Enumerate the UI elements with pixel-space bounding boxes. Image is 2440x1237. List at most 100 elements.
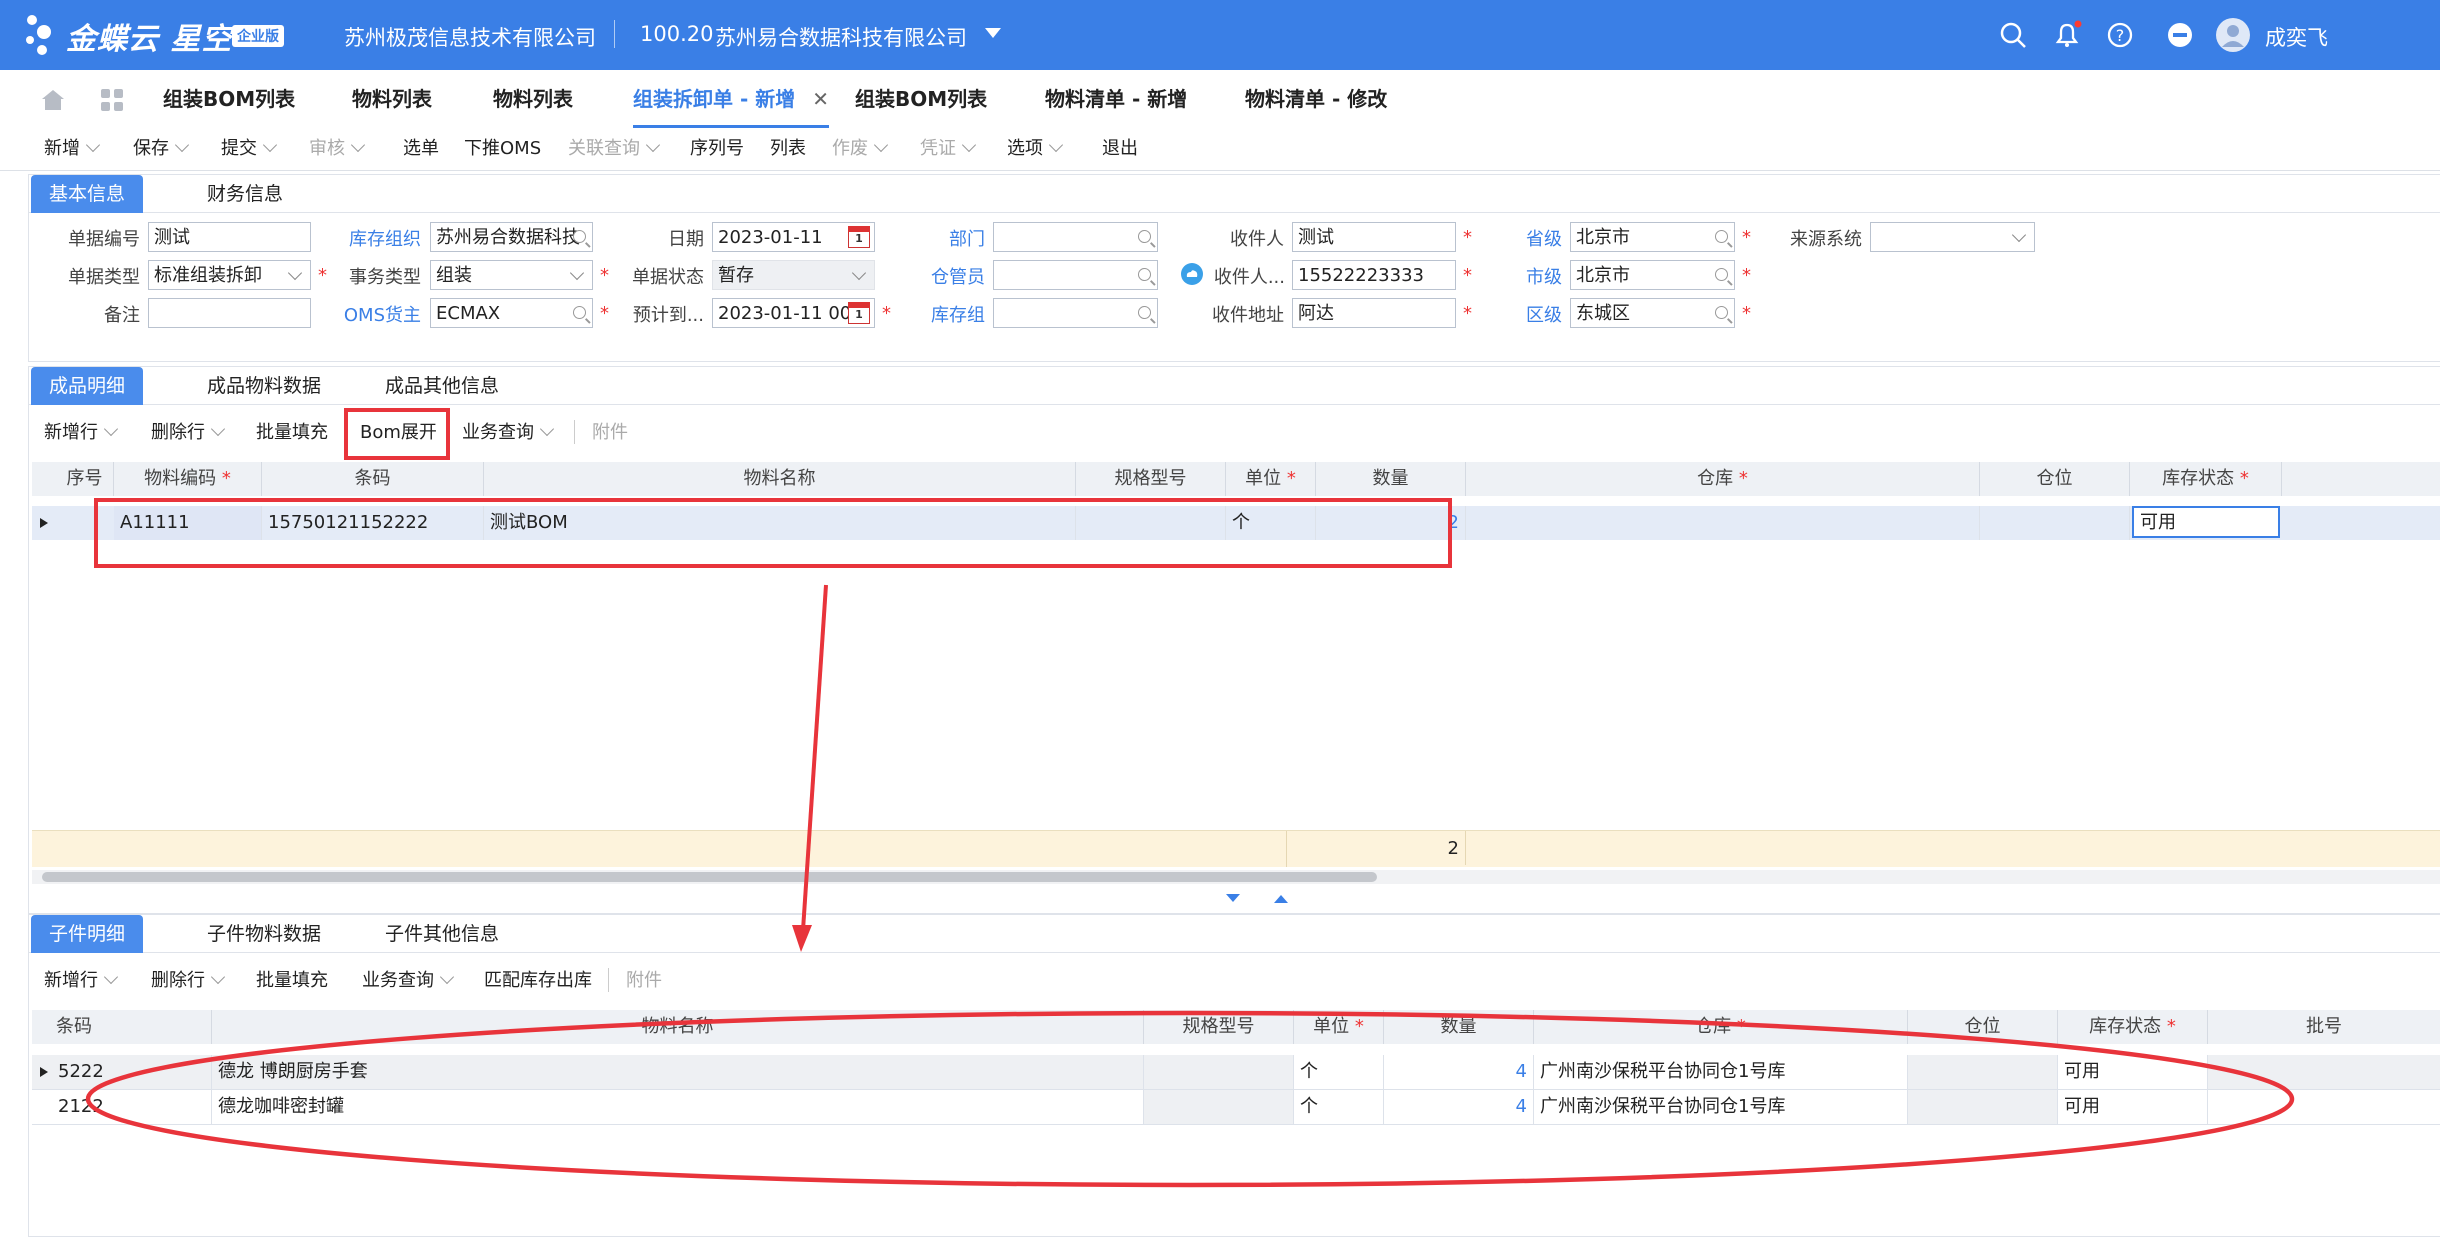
chevron-down-icon[interactable]	[645, 137, 661, 153]
stock-group-label[interactable]: 库存组	[890, 301, 985, 327]
address-field[interactable]: 阿达	[1292, 298, 1456, 328]
tab-material-list-2[interactable]: 物料列表	[493, 70, 573, 128]
district-field[interactable]: 东城区	[1570, 298, 1735, 328]
chevron-down-icon[interactable]	[439, 969, 455, 985]
cell-barcode[interactable]: 5222	[54, 1055, 212, 1089]
biz-query-button[interactable]: 业务查询	[362, 962, 455, 1000]
audit-button[interactable]: 审核	[309, 128, 366, 170]
tab-assembly-bom-list[interactable]: 组装BOM列表	[163, 70, 295, 128]
search-icon[interactable]	[1138, 268, 1151, 281]
bell-icon[interactable]	[2052, 20, 2082, 50]
chevron-down-icon[interactable]	[287, 265, 303, 281]
chevron-down-icon[interactable]	[1048, 137, 1064, 153]
doc-no-field[interactable]: 测试	[148, 222, 311, 252]
user-name[interactable]: 成奕飞	[2265, 22, 2328, 52]
search-icon[interactable]	[1715, 306, 1728, 319]
chevron-down-icon[interactable]	[103, 421, 119, 437]
tab-product-material[interactable]: 成品物料数据	[189, 367, 339, 405]
cell-location[interactable]	[1908, 1090, 2058, 1124]
cell-location[interactable]	[1908, 1055, 2058, 1089]
remark-field[interactable]	[148, 298, 311, 328]
match-stock-out-button[interactable]: 匹配库存出库	[484, 962, 592, 1000]
chevron-down-icon[interactable]	[539, 421, 555, 437]
province-label[interactable]: 省级	[1480, 225, 1562, 251]
tab-product-other[interactable]: 成品其他信息	[367, 367, 517, 405]
dept-field[interactable]	[993, 222, 1158, 252]
cell-batch[interactable]	[2208, 1090, 2440, 1124]
cell-material-name[interactable]: 德龙 博朗厨房手套	[212, 1055, 1144, 1089]
date-field[interactable]: 2023-01-11 1	[712, 222, 875, 252]
add-row-button[interactable]: 新增行	[44, 414, 119, 452]
district-label[interactable]: 区级	[1480, 301, 1562, 327]
list-button[interactable]: 列表	[770, 128, 806, 170]
chevron-down-icon[interactable]	[262, 137, 278, 153]
add-row-button[interactable]: 新增行	[44, 962, 119, 1000]
avatar[interactable]	[2215, 17, 2251, 53]
chevron-down-icon[interactable]	[85, 137, 101, 153]
chevron-down-icon[interactable]	[569, 265, 585, 281]
tab-bom-new[interactable]: 物料清单 - 新增	[1045, 70, 1187, 128]
cell-stock-status[interactable]: 可用	[2132, 506, 2280, 538]
tab-child-material[interactable]: 子件物料数据	[189, 915, 339, 953]
voucher-button[interactable]: 凭证	[920, 128, 977, 170]
attachment-button[interactable]: 附件	[626, 962, 662, 1000]
search-icon[interactable]	[1715, 268, 1728, 281]
tab-material-list[interactable]: 物料列表	[352, 70, 432, 128]
cell-stock-status[interactable]: 可用	[2058, 1090, 2208, 1124]
scrollbar-thumb[interactable]	[42, 872, 1377, 882]
org-dropdown-icon[interactable]	[985, 28, 1001, 40]
batch-fill-button[interactable]: 批量填充	[256, 962, 328, 1000]
chevron-down-icon[interactable]	[210, 969, 226, 985]
stock-org-field[interactable]: 苏州易合数据科技	[430, 222, 593, 252]
stock-group-field[interactable]	[993, 298, 1158, 328]
cloud-sync-icon[interactable]	[1180, 262, 1204, 286]
apps-grid-icon[interactable]	[100, 88, 124, 112]
biz-type-select[interactable]: 组装	[430, 260, 593, 290]
collapse-up-icon[interactable]	[1274, 894, 1288, 904]
void-button[interactable]: 作废	[832, 128, 889, 170]
cell-spec[interactable]	[1144, 1090, 1294, 1124]
delete-row-button[interactable]: 删除行	[151, 962, 226, 1000]
save-button[interactable]: 保存	[133, 128, 190, 170]
cell-stock-status[interactable]: 可用	[2058, 1055, 2208, 1089]
search-icon[interactable]	[573, 306, 586, 319]
serial-no-button[interactable]: 序列号	[690, 128, 744, 170]
search-icon[interactable]	[1715, 230, 1728, 243]
delete-row-button[interactable]: 删除行	[151, 414, 226, 452]
help-icon[interactable]: ?	[2105, 20, 2135, 50]
cell-unit[interactable]: 个	[1294, 1055, 1384, 1089]
chevron-down-icon[interactable]	[2011, 227, 2027, 243]
tab-product-detail[interactable]: 成品明细	[31, 367, 144, 405]
tab-assembly-new[interactable]: 组装拆卸单 - 新增 ✕	[633, 70, 829, 128]
tab-basic-info[interactable]: 基本信息	[31, 175, 144, 213]
company-name[interactable]: 苏州极茂信息技术有限公司	[344, 22, 596, 52]
search-icon[interactable]	[1138, 306, 1151, 319]
tab-assembly-bom-list-2[interactable]: 组装BOM列表	[855, 70, 987, 128]
cell-qty[interactable]: 4	[1384, 1090, 1534, 1124]
chevron-down-icon[interactable]	[174, 137, 190, 153]
keeper-field[interactable]	[993, 260, 1158, 290]
push-oms-button[interactable]: 下推OMS	[464, 128, 541, 170]
submit-button[interactable]: 提交	[221, 128, 278, 170]
biz-query-button[interactable]: 业务查询	[462, 414, 555, 452]
eta-field[interactable]: 2023-01-11 00 1	[712, 298, 875, 328]
city-label[interactable]: 市级	[1480, 263, 1562, 289]
doc-type-select[interactable]: 标准组装拆卸	[148, 260, 311, 290]
cell-material-name[interactable]: 德龙咖啡密封罐	[212, 1090, 1144, 1124]
keeper-label[interactable]: 仓管员	[890, 263, 985, 289]
cell-warehouse[interactable]: 广州南沙保税平台协同仓1号库	[1534, 1055, 1908, 1089]
cell-unit[interactable]: 个	[1294, 1090, 1384, 1124]
chevron-down-icon[interactable]	[103, 969, 119, 985]
calendar-icon[interactable]: 1	[848, 226, 870, 248]
cell-barcode[interactable]: 2122	[54, 1090, 212, 1124]
stock-org-label[interactable]: 库存组织	[325, 225, 421, 251]
batch-fill-button[interactable]: 批量填充	[256, 414, 328, 452]
cell-warehouse[interactable]	[1466, 506, 1980, 540]
dept-label[interactable]: 部门	[890, 225, 985, 251]
cell-warehouse[interactable]: 广州南沙保税平台协同仓1号库	[1534, 1090, 1908, 1124]
receiver-phone-field[interactable]: 15522223333	[1292, 260, 1456, 290]
calendar-icon[interactable]: 1	[848, 302, 870, 324]
home-icon[interactable]	[40, 88, 66, 112]
chevron-down-icon[interactable]	[210, 421, 226, 437]
tab-child-detail[interactable]: 子件明细	[31, 915, 144, 953]
